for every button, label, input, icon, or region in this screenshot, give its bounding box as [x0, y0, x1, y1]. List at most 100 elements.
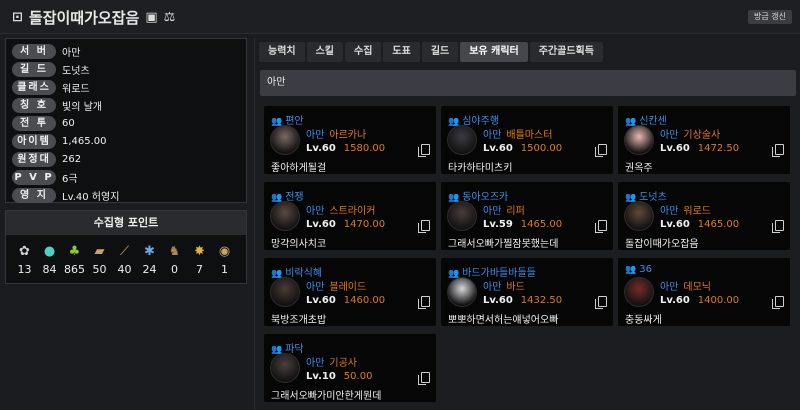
copy-icon[interactable]	[418, 372, 430, 385]
copy-icon[interactable]	[418, 144, 430, 157]
id-card-icon[interactable]: ▣	[145, 10, 157, 25]
copy-icon[interactable]	[595, 220, 607, 233]
server-class-row: 아만 블레이드	[306, 278, 366, 293]
copy-icon[interactable]	[772, 296, 784, 309]
copy-icon[interactable]	[772, 220, 784, 233]
collection-item[interactable]: ● 84	[37, 243, 62, 276]
collection-item[interactable]: ♞ 0	[162, 243, 187, 276]
character-server: 아만	[306, 206, 325, 217]
voyage-seal-icon: ✸	[194, 244, 205, 259]
copy-icon[interactable]	[418, 296, 430, 309]
character-card[interactable]: 👥 심야주행 아만 배틀마스터 Lv.60 1500.00 타카하타미츠키	[441, 106, 613, 174]
server-class-row: 아만 워로드	[660, 202, 711, 217]
copy-icon[interactable]	[418, 220, 430, 233]
profile-value: 아만	[62, 47, 81, 59]
profile-row-guild: 길 드 도넛츠	[12, 60, 90, 78]
character-card[interactable]: 👥 신칸센 아만 기상술사 Lv.60 1472.50 권옥주	[618, 106, 790, 174]
orpheus-star-icon: ◉	[218, 244, 231, 259]
character-class: 기공사	[329, 358, 358, 369]
tab-stats[interactable]: 능력치	[259, 42, 305, 62]
giant-heart-icon: ♣	[68, 244, 81, 259]
collection-item[interactable]: ✸ 7	[187, 243, 212, 276]
character-card[interactable]: 👥 비락식혜 아만 블레이드 Lv.60 1460.00 북방조개초밥	[264, 258, 436, 326]
bookmark-icon[interactable]: ⊡	[12, 10, 23, 25]
character-level: Lv.60	[660, 219, 690, 230]
character-card[interactable]: 👥 전쟁 아만 스트라이커 Lv.60 1470.00 망각의사치코	[264, 182, 436, 250]
collection-item[interactable]: ✿ 13	[12, 243, 37, 276]
character-name: 그래서오빠가찔잠못했는데	[448, 239, 559, 250]
character-level: Lv.60	[306, 143, 336, 154]
character-name: 망각의사치코	[271, 239, 327, 250]
collection-item[interactable]: ✱ 24	[137, 243, 162, 276]
collection-count: 7	[196, 263, 203, 276]
character-level: Lv.60	[660, 143, 690, 154]
level-row: Lv.60 1400.00	[660, 295, 739, 306]
level-row: Lv.60 1580.00	[306, 143, 385, 154]
character-server: 아만	[306, 358, 325, 369]
character-class: 데모닉	[683, 282, 712, 293]
tab-chart[interactable]: 도표	[383, 42, 420, 62]
server-class-row: 아만 리퍼	[483, 202, 525, 217]
character-name: 북방조개초밥	[271, 315, 327, 326]
server-class-row: 아만 기공사	[306, 354, 357, 369]
profile-row-class: 클래스 워로드	[12, 78, 90, 96]
copy-icon[interactable]	[595, 144, 607, 157]
level-row: Lv.10 50.00	[306, 371, 372, 382]
character-portrait	[447, 125, 477, 155]
character-name: 권옥주	[625, 163, 653, 174]
tab-guild[interactable]: 길드	[421, 42, 459, 62]
collection-item[interactable]: ⟋ 40	[112, 243, 137, 276]
ignea-token-icon: ⟋	[119, 244, 130, 259]
character-level: Lv.59	[483, 219, 513, 230]
character-item-level: 1472.50	[697, 143, 740, 154]
collection-item[interactable]: ◉ 1	[212, 243, 237, 276]
character-nickname: 👥 심야주행	[448, 112, 499, 127]
character-card[interactable]: 👥 도넛츠 아만 워로드 Lv.60 1465.00 돌잡이때가오잡음	[618, 182, 790, 250]
character-item-level: 1432.50	[520, 295, 563, 306]
character-card[interactable]: 👥 36 아만 데모닉 Lv.60 1400.00 충동싸게	[618, 258, 790, 326]
collection-count: 865	[64, 263, 85, 276]
collection-item[interactable]: ▰ 50	[87, 243, 112, 276]
character-title: ⊡ 돌잡이때가오잡음 ▣ ⚖	[12, 7, 175, 28]
character-card[interactable]: 👥 편안 아만 아르카나 Lv.60 1580.00 좋아하게될걸	[264, 106, 436, 174]
tab-collection[interactable]: 수집	[345, 42, 382, 62]
character-card[interactable]: 👥 동아오즈카 아만 리퍼 Lv.59 1465.00 그래서오빠가찔잠못했는데	[441, 182, 613, 250]
tab-weekly-gold[interactable]: 주간골드획득	[529, 42, 603, 62]
server-class-row: 아만 아르카나	[306, 126, 366, 141]
character-level: Lv.60	[660, 295, 690, 306]
collection-count: 40	[117, 263, 132, 276]
character-server: 아만	[660, 282, 679, 293]
character-card[interactable]: 👥 바드가바들바들들 아만 바드 Lv.60 1432.50 뽀뽀하면서허는얘넣어오빠	[441, 258, 613, 326]
tab-skills[interactable]: 스킬	[306, 42, 344, 62]
server-class-row: 아만 기상술사	[660, 126, 720, 141]
level-row: Lv.59 1465.00	[483, 219, 562, 230]
character-server: 아만	[306, 282, 325, 293]
top-bar: ⊡ 돌잡이때가오잡음 ▣ ⚖ 방금 갱신	[0, 0, 800, 34]
server-group-header: 아만	[260, 70, 796, 96]
character-class: 워로드	[683, 206, 712, 217]
copy-icon[interactable]	[595, 296, 607, 309]
level-row: Lv.60 1500.00	[483, 143, 562, 154]
character-item-level: 1470.00	[343, 219, 386, 230]
character-class: 리퍼	[506, 206, 525, 217]
profile-value: 1,465.00	[62, 135, 107, 147]
collection-item[interactable]: ♣ 865	[62, 243, 87, 276]
collection-count: 24	[142, 263, 157, 276]
collection-count: 1	[221, 263, 228, 276]
profile-value: 빛의 날개	[62, 101, 102, 113]
tab-characters[interactable]: 보유 캐릭터	[460, 42, 528, 62]
scale-icon[interactable]: ⚖	[164, 10, 176, 25]
character-item-level: 50.00	[343, 371, 373, 382]
refresh-button[interactable]: 방금 갱신	[748, 10, 792, 24]
character-class: 스트라이커	[329, 206, 376, 217]
profile-row-item-level: 아이템 1,465.00	[12, 132, 107, 150]
collection-title: 수집형 포인트	[6, 211, 246, 235]
server-class-row: 아만 데모닉	[660, 278, 711, 293]
character-name: 돌잡이때가오잡음	[625, 239, 699, 250]
character-card[interactable]: 👥 파닥 아만 기공사 Lv.10 50.00 그래서오빠가미안한게뭔데	[264, 334, 436, 402]
character-nickname: 👥 36	[625, 264, 652, 275]
users-icon: 👥	[625, 265, 637, 275]
copy-icon[interactable]	[772, 144, 784, 157]
profile-label: 영 지	[12, 187, 56, 203]
profile-row-expedition: 원정대 262	[12, 150, 81, 168]
